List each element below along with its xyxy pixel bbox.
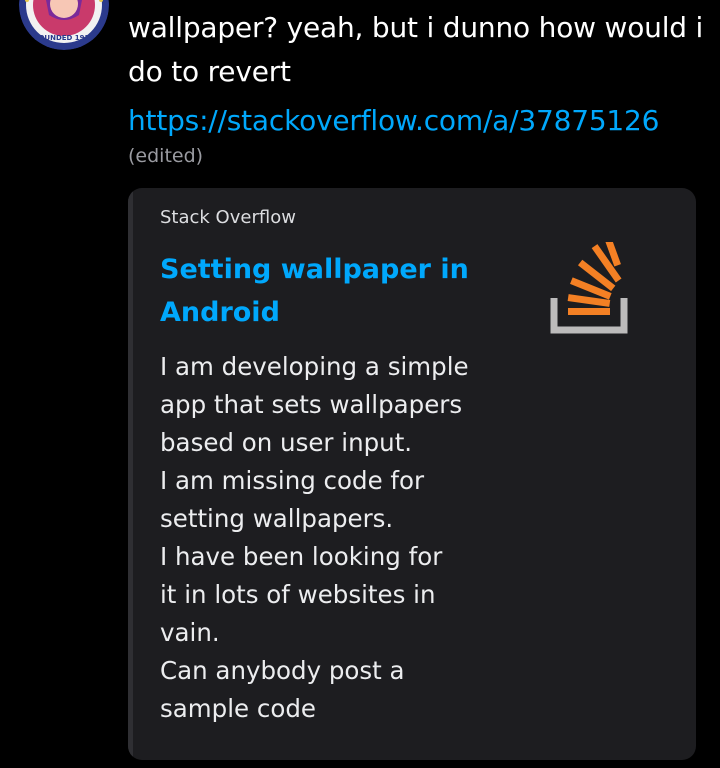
embed-description-line: based on user input. <box>160 428 413 457</box>
embed-description-line: Can anybody post a <box>160 656 405 685</box>
embed-provider: Stack Overflow <box>160 207 296 228</box>
embed-description-line: setting wallpapers. <box>160 504 394 533</box>
embed-description-line: app that sets wallpapers <box>160 390 463 419</box>
link-embed-card[interactable]: Stack Overflow Setting wallpaper in Andr… <box>128 188 696 760</box>
embed-description-line: I have been looking for <box>160 542 443 571</box>
user-avatar[interactable]: FOUNDED 1919 <box>19 0 109 50</box>
stackoverflow-logo-icon[interactable] <box>546 242 636 334</box>
chat-screen: FOUNDED 1919 wallpaper? yeah, but i dunn… <box>0 0 720 768</box>
embed-description-line: vain. <box>160 618 220 647</box>
message-link[interactable]: https://stackoverflow.com/a/37875126 <box>128 103 708 139</box>
edited-label: (edited) <box>128 145 204 167</box>
embed-description-line: I am developing a simple <box>160 352 469 381</box>
avatar-image: FOUNDED 1919 <box>19 0 109 50</box>
embed-description-line: it in lots of websites in <box>160 580 436 609</box>
embed-description-line: sample code <box>160 694 316 723</box>
message-text: wallpaper? yeah, but i dunno how would i… <box>128 11 704 88</box>
embed-accent-bar <box>128 188 133 760</box>
avatar-badge-text: FOUNDED 1919 <box>34 34 95 42</box>
embed-title-link[interactable]: Setting wallpaper in Android <box>160 248 490 334</box>
embed-description-line: I am missing code for <box>160 466 425 495</box>
embed-description: I am developing a simple app that sets w… <box>160 348 480 728</box>
chat-message: wallpaper? yeah, but i dunno how would i… <box>128 0 708 169</box>
